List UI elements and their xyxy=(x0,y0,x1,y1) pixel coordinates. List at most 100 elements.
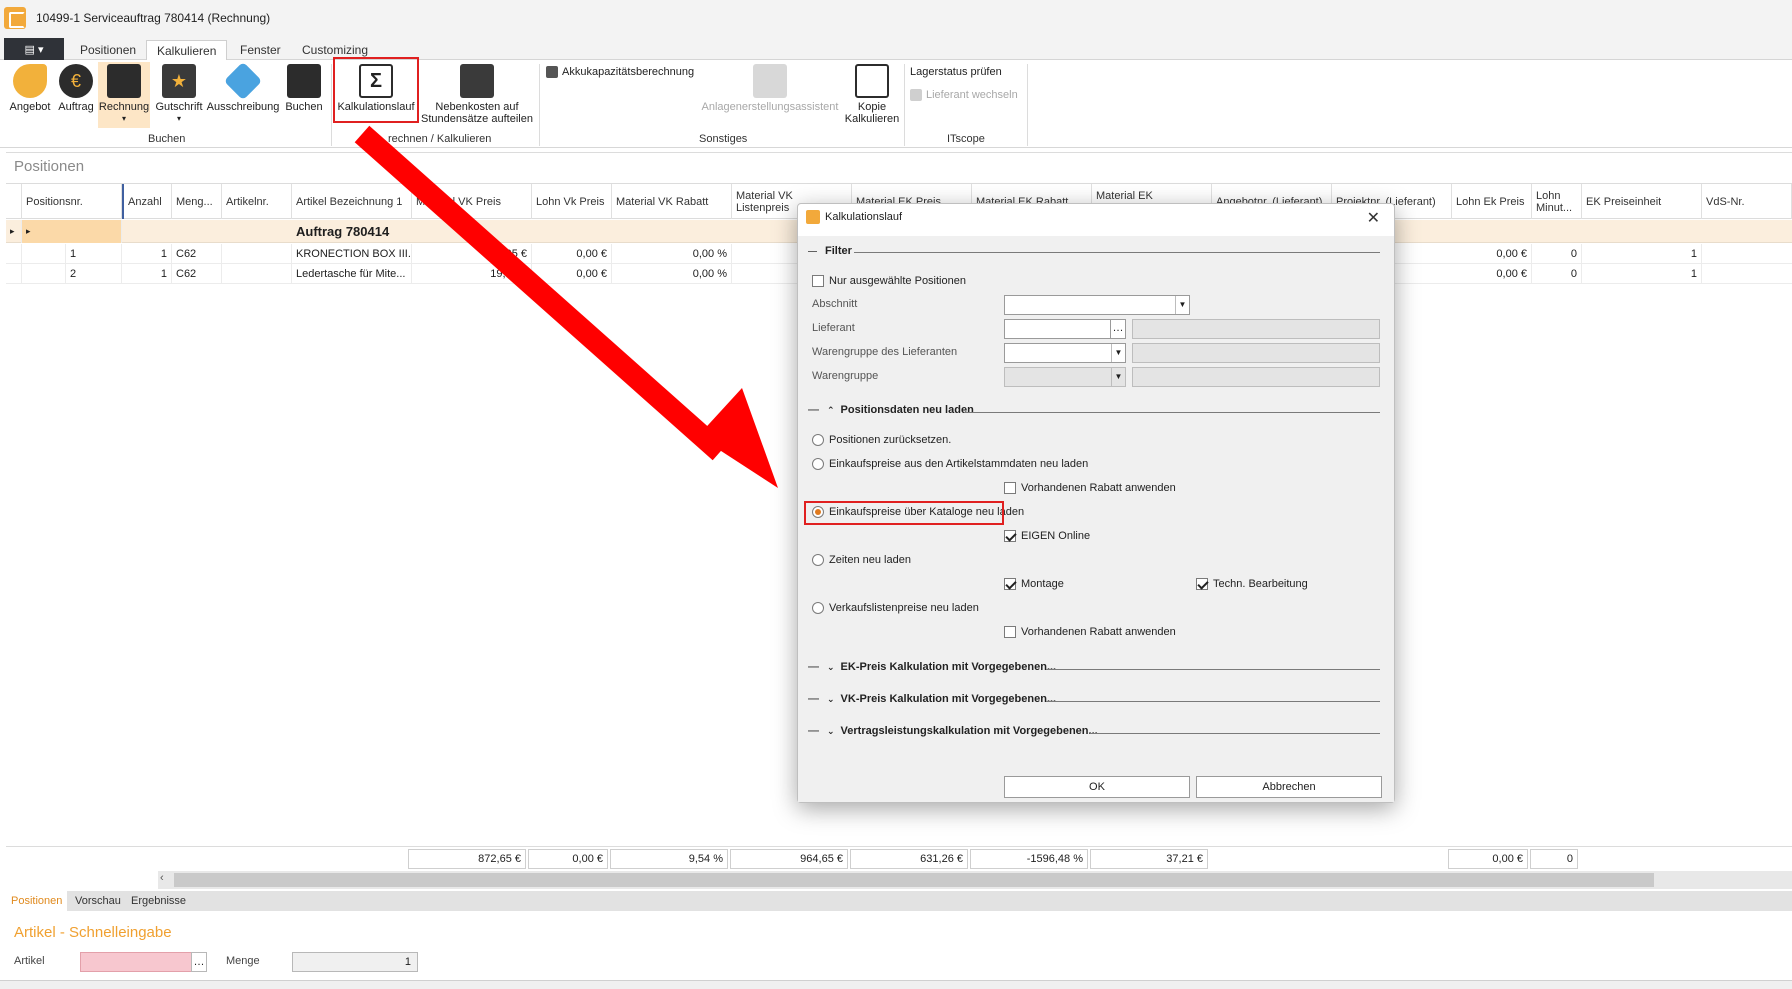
lieferant-lookup-button[interactable]: … xyxy=(1110,319,1126,339)
section-positionsdaten-title: — ⌃ Positionsdaten neu laden xyxy=(808,404,974,416)
schnelleingabe-title: Artikel - Schnelleingabe xyxy=(14,924,172,941)
warengruppe-lieferant-label: Warengruppe des Lieferanten xyxy=(812,346,958,358)
chevron-down-icon[interactable]: ⌄ xyxy=(827,726,835,737)
highlight-kalkulationslauf xyxy=(333,57,419,123)
col-lohn-vk-preis[interactable]: Lohn Vk Preis xyxy=(532,184,612,219)
tab-bottom-positionen[interactable]: Positionen xyxy=(6,891,68,911)
warengruppe-select[interactable]: ▼ xyxy=(1004,367,1126,387)
bottom-tabs: Positionen Vorschau Ergebnisse xyxy=(6,891,1792,911)
ausschreibung-button[interactable]: Ausschreibung xyxy=(207,61,279,113)
section-ek-preis[interactable]: — ⌄ EK-Preis Kalkulation mit Vorgegebene… xyxy=(808,661,1056,673)
rechnung-button[interactable]: Rechnung ▾ xyxy=(98,62,150,128)
angebot-button[interactable]: Angebot xyxy=(8,62,52,113)
chevron-up-icon[interactable]: — xyxy=(808,246,817,256)
lieferant-wechseln-button[interactable]: Lieferant wechseln xyxy=(910,89,1018,101)
euro-icon: € xyxy=(59,64,93,98)
akku-button[interactable]: Akkukapazitätsberechnung xyxy=(546,66,694,78)
chevron-down-icon: ▼ xyxy=(1111,368,1125,386)
ribbon: Angebot € Auftrag Rechnung ▾ ★ Gutschrif… xyxy=(0,60,1792,148)
warengruppe-lieferant-name-field xyxy=(1132,343,1380,363)
lieferant-input[interactable] xyxy=(1004,319,1112,339)
radio-zeiten-neu-laden[interactable]: Zeiten neu laden xyxy=(812,554,911,566)
wizard-icon xyxy=(753,64,787,98)
lagerstatus-button[interactable]: Lagerstatus prüfen xyxy=(910,66,1002,78)
radio-positionen-zuruecksetzen[interactable]: Positionen zurücksetzen. xyxy=(812,434,951,446)
warengruppe-lieferant-select[interactable]: ▼ xyxy=(1004,343,1126,363)
horizontal-scrollbar[interactable]: ‹ xyxy=(158,871,1792,889)
artikel-lookup-button[interactable]: … xyxy=(191,952,207,972)
tab-bottom-vorschau[interactable]: Vorschau xyxy=(70,891,126,911)
abschnitt-select[interactable]: ▼ xyxy=(1004,295,1190,315)
gutschrift-button[interactable]: ★ Gutschrift ▾ xyxy=(154,62,204,125)
col-lohn-ek-preis[interactable]: Lohn Ek Preis xyxy=(1452,184,1532,219)
col-material-vk-rabatt[interactable]: Material VK Rabatt xyxy=(612,184,732,219)
kopie-kalkulieren-button[interactable]: Kopie Kalkulieren xyxy=(844,62,900,125)
menge-input[interactable]: 1 xyxy=(292,952,418,972)
buchen-button[interactable]: Buchen xyxy=(284,62,324,113)
nebenkosten-button[interactable]: Nebenkosten auf Stundensätze aufteilen xyxy=(420,62,534,125)
chevron-down-icon[interactable]: ⌄ xyxy=(827,662,835,673)
status-bar xyxy=(0,980,1792,989)
group-label-berechnen: rechnen / Kalkulieren xyxy=(388,133,492,145)
col-menge[interactable]: Meng... xyxy=(172,184,222,219)
dialog-title: Kalkulationslauf xyxy=(825,211,903,223)
col-lohn-minuten[interactable]: Lohn Minut... xyxy=(1532,184,1582,219)
app-menu-button[interactable]: ▤ ▾ xyxy=(4,38,64,60)
lieferant-label: Lieferant xyxy=(812,322,855,334)
col-anzahl[interactable]: Anzahl xyxy=(122,184,172,219)
nur-ausgewaehlte-checkbox[interactable]: Nur ausgewählte Positionen xyxy=(812,275,966,287)
app-icon xyxy=(806,210,820,224)
radio-verkaufslistenpreise[interactable]: Verkaufslistenpreise neu laden xyxy=(812,602,979,614)
checkbox-vk-rabatt[interactable]: Vorhandenen Rabatt anwenden xyxy=(1004,626,1176,638)
tab-bottom-ergebnisse[interactable]: Ergebnisse xyxy=(126,891,191,911)
split-sigma-icon xyxy=(460,64,494,98)
section-vk-preis[interactable]: — ⌄ VK-Preis Kalkulation mit Vorgegebene… xyxy=(808,693,1056,705)
warengruppe-label: Warengruppe xyxy=(812,370,879,382)
chevron-down-icon[interactable]: ⌄ xyxy=(827,694,835,705)
chevron-up-icon[interactable]: ⌃ xyxy=(827,405,835,416)
anlagen-button[interactable]: Anlagenerstellungsassistent xyxy=(700,62,840,113)
cancel-button[interactable]: Abbrechen xyxy=(1196,776,1382,798)
chevron-down-icon: ▼ xyxy=(1111,344,1125,362)
scrollbar-thumb[interactable] xyxy=(174,873,1654,887)
artikel-label: Artikel xyxy=(14,955,45,967)
artikel-input[interactable] xyxy=(80,952,192,972)
tab-kalkulieren[interactable]: Kalkulieren xyxy=(146,40,228,61)
chevron-down-icon: ▼ xyxy=(1175,296,1189,314)
panel-divider xyxy=(6,152,1792,153)
col-positionsnr[interactable]: Positionsnr. xyxy=(22,184,122,219)
auftrag-button[interactable]: € Auftrag xyxy=(56,62,96,113)
chevron-left-icon[interactable]: ‹ xyxy=(160,872,164,884)
app-icon xyxy=(4,7,26,29)
expand-icon[interactable]: ▸ xyxy=(6,220,22,243)
chevron-down-icon: ▾ xyxy=(176,114,181,123)
window-title: 10499-1 Serviceauftrag 780414 (Rechnung) xyxy=(36,11,271,25)
section-vertragsleistung[interactable]: — ⌄ Vertragsleistungskalkulation mit Vor… xyxy=(808,725,1098,737)
section-filter-title: — Filter xyxy=(808,245,852,257)
cube-icon xyxy=(223,61,263,101)
col-vds-nr[interactable]: VdS-Nr. xyxy=(1702,184,1792,219)
checkbox-techn-bearbeitung[interactable]: Techn. Bearbeitung xyxy=(1196,578,1308,590)
checkbox-eigen-online[interactable]: EIGEN Online xyxy=(1004,530,1090,542)
kalkulationslauf-dialog: Kalkulationslauf ✕ — Filter Nur ausgewäh… xyxy=(797,203,1395,803)
dialog-title-bar: Kalkulationslauf xyxy=(806,210,902,224)
menge-label: Menge xyxy=(226,955,260,967)
collapse-icon[interactable]: ▸ xyxy=(22,220,122,243)
tab-positionen[interactable]: Positionen xyxy=(70,40,146,61)
close-icon[interactable]: ✕ xyxy=(1367,208,1380,228)
col-material-vk-preis[interactable]: Material VK Preis xyxy=(412,184,532,219)
lieferant-name-field xyxy=(1132,319,1380,339)
col-artikelnr[interactable]: Artikelnr. xyxy=(222,184,292,219)
star-envelope-icon: ★ xyxy=(162,64,196,98)
warengruppe-name-field xyxy=(1132,367,1380,387)
tab-fenster[interactable]: Fenster xyxy=(230,40,291,61)
ok-button[interactable]: OK xyxy=(1004,776,1190,798)
group-label: Auftrag 780414 xyxy=(296,224,390,239)
checkbox-montage[interactable]: Montage xyxy=(1004,578,1064,590)
group-separator xyxy=(904,64,905,146)
col-bezeichnung[interactable]: Artikel Bezeichnung 1 xyxy=(292,184,412,219)
totals-row: 872,65 € 0,00 € 9,54 % 964,65 € 631,26 €… xyxy=(6,846,1792,870)
checkbox-stamm-rabatt[interactable]: Vorhandenen Rabatt anwenden xyxy=(1004,482,1176,494)
radio-einkaufspreise-stammdaten[interactable]: Einkaufspreise aus den Artikelstammdaten… xyxy=(812,458,1088,470)
col-ek-preiseinheit[interactable]: EK Preiseinheit xyxy=(1582,184,1702,219)
